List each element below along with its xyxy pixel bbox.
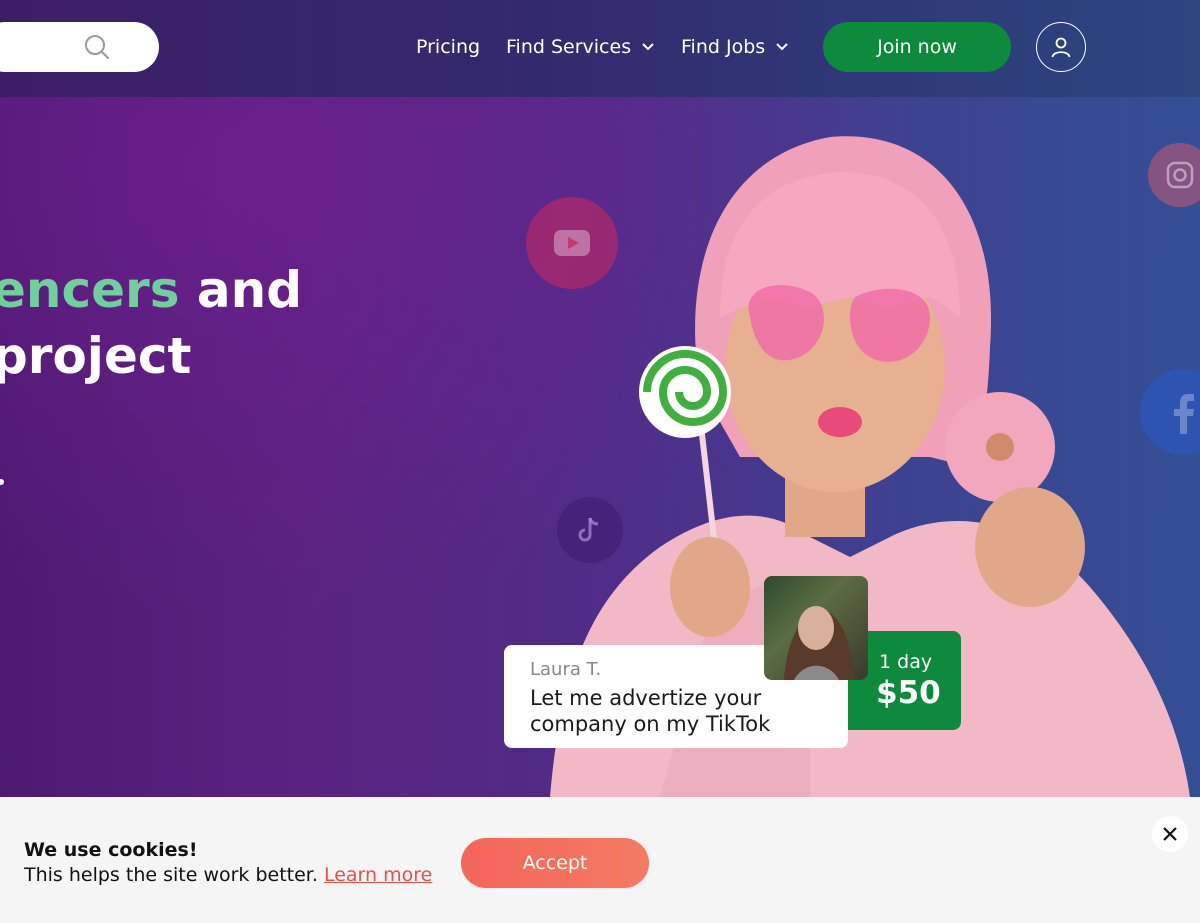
accept-cookies-button[interactable]: Accept — [461, 838, 649, 888]
site-header: Pricing Find Services Find Jobs Join now — [0, 0, 1200, 97]
nav-pricing[interactable]: Pricing — [416, 34, 480, 60]
offer-message: Let me advertize your company on my TikT… — [530, 686, 771, 736]
cookie-banner: We use cookies! This helps the site work… — [0, 797, 1200, 923]
learn-more-link[interactable]: Learn more — [324, 864, 432, 886]
nav-find-services-label: Find Services — [506, 36, 632, 58]
offer-price: $50 — [876, 675, 941, 711]
search-input[interactable] — [0, 22, 159, 72]
headline-line1: and — [179, 261, 303, 319]
cookie-text: This helps the site work better. Learn m… — [24, 864, 432, 886]
cookie-title: We use cookies! — [24, 839, 198, 861]
account-button[interactable] — [1036, 22, 1086, 72]
close-cookie-button[interactable] — [1152, 816, 1188, 852]
headline-line2: project — [0, 327, 192, 385]
search-icon[interactable] — [84, 34, 110, 60]
nav-find-jobs-label: Find Jobs — [681, 36, 766, 58]
headline-accent: encers — [0, 261, 180, 319]
cookie-message: This helps the site work better. — [24, 864, 318, 886]
hero-headline: encers and project — [0, 257, 302, 389]
chevron-down-icon — [776, 43, 788, 51]
offer-author-name: Laura T. — [530, 659, 602, 680]
text-dot — [0, 479, 4, 485]
chevron-down-icon — [642, 43, 654, 51]
offer-duration: 1 day — [879, 651, 933, 673]
nav-find-services[interactable]: Find Services — [506, 34, 655, 60]
nav-find-jobs[interactable]: Find Jobs — [681, 34, 789, 60]
close-icon — [1163, 827, 1177, 841]
nav-pricing-label: Pricing — [416, 36, 481, 58]
avatar — [764, 576, 868, 680]
join-now-button[interactable]: Join now — [823, 22, 1011, 72]
user-icon — [1051, 37, 1071, 58]
